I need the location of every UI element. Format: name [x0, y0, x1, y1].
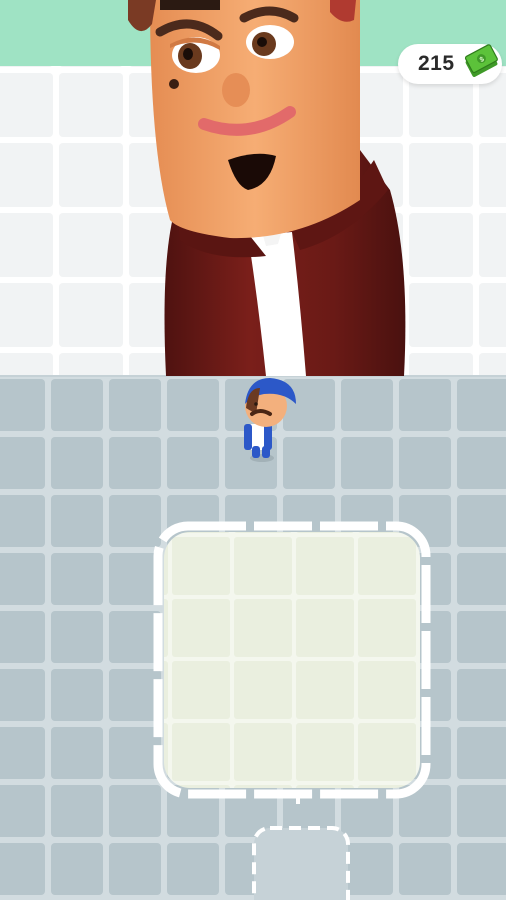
game-scene — [0, 0, 506, 900]
drop-zone[interactable] — [153, 521, 431, 804]
currency-amount: 215 — [418, 52, 455, 75]
next-zone-pad[interactable] — [252, 826, 350, 900]
currency-counter: 215 $ — [398, 44, 502, 84]
cash-stack-icon: $ — [464, 44, 498, 77]
